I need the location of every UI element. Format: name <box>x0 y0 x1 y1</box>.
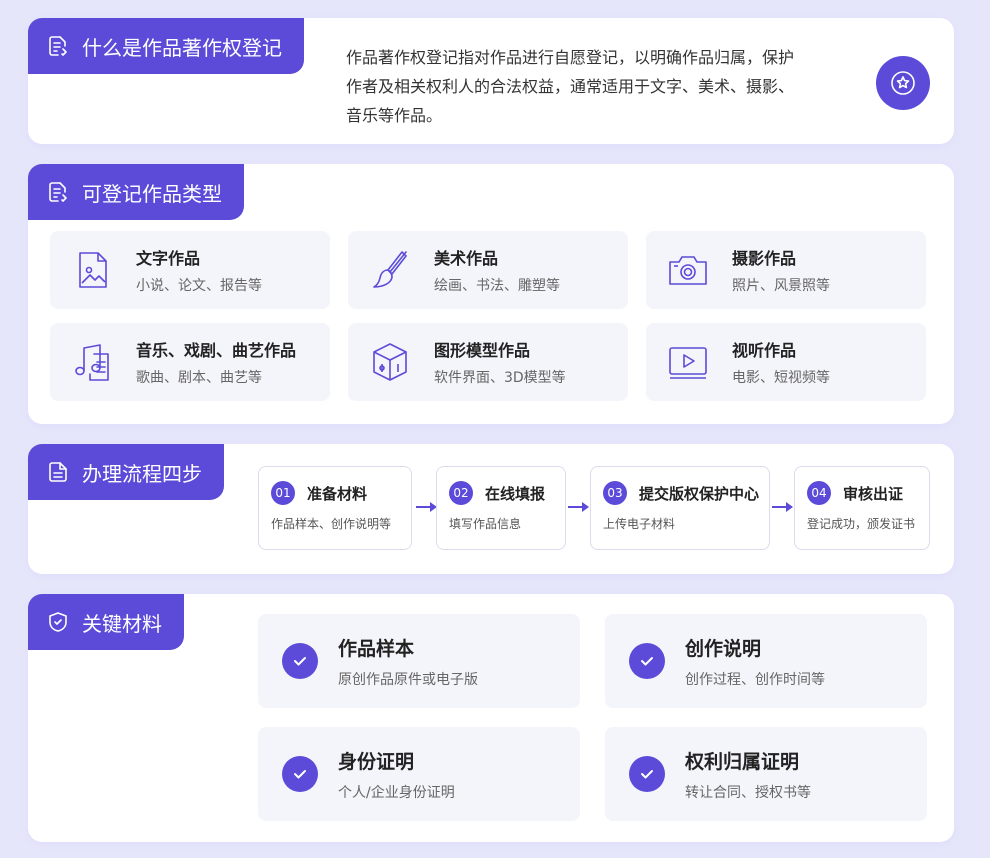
materials-section-title: 关键材料 <box>82 611 162 636</box>
material-item-identity-proof[interactable]: 身份证明 个人/企业身份证明 <box>258 727 580 821</box>
check-icon <box>282 643 318 679</box>
material-item-creation-notes[interactable]: 创作说明 创作过程、创作时间等 <box>605 614 927 708</box>
intro-card: 什么是作品著作权登记 作品著作权登记指对作品进行自愿登记，以明确作品归属，保护 … <box>28 18 954 144</box>
process-section-tag: 办理流程四步 <box>28 444 224 500</box>
process-step-4[interactable]: 04 审核出证 登记成功，颁发证书 <box>794 466 930 550</box>
type-tile-audiovisual[interactable]: 视听作品 电影、短视频等 <box>646 323 926 401</box>
shield-check-icon <box>46 610 70 634</box>
check-icon <box>282 756 318 792</box>
arrow-right-icon <box>772 502 793 512</box>
material-item-work-sample[interactable]: 作品样本 原创作品原件或电子版 <box>258 614 580 708</box>
type-tile-fine-art[interactable]: 美术作品 绘画、书法、雕塑等 <box>348 231 628 309</box>
process-step-3[interactable]: 03 提交版权保护中心 上传电子材料 <box>590 466 770 550</box>
image-file-icon <box>70 248 114 292</box>
intro-section-tag: 什么是作品著作权登记 <box>28 18 304 74</box>
music-note-icon <box>70 340 114 384</box>
process-section-title: 办理流程四步 <box>82 461 202 486</box>
type-tile-music-drama[interactable]: 音乐、戏剧、曲艺作品 歌曲、剧本、曲艺等 <box>50 323 330 401</box>
document-edit-icon <box>46 180 70 204</box>
check-icon <box>629 756 665 792</box>
document-edit-icon <box>46 34 70 58</box>
materials-section-tag: 关键材料 <box>28 594 184 650</box>
camera-icon <box>666 248 710 292</box>
types-section-title: 可登记作品类型 <box>82 181 222 206</box>
types-card: 可登记作品类型 文字作品 小说、论文、报告等 美术作品 绘画、书法、雕塑等 摄影… <box>28 164 954 424</box>
types-section-tag: 可登记作品类型 <box>28 164 244 220</box>
star-badge-icon[interactable] <box>876 56 930 110</box>
types-grid: 文字作品 小说、论文、报告等 美术作品 绘画、书法、雕塑等 摄影作品 照片、风景… <box>50 231 926 401</box>
arrow-right-icon <box>568 502 589 512</box>
type-tile-photography[interactable]: 摄影作品 照片、风景照等 <box>646 231 926 309</box>
check-icon <box>629 643 665 679</box>
paintbrush-icon <box>368 248 412 292</box>
material-item-ownership-proof[interactable]: 权利归属证明 转让合同、授权书等 <box>605 727 927 821</box>
process-step-1[interactable]: 01 准备材料 作品样本、创作说明等 <box>258 466 412 550</box>
video-play-icon <box>666 340 710 384</box>
arrow-right-icon <box>416 502 437 512</box>
intro-description: 作品著作权登记指对作品进行自愿登记，以明确作品归属，保护 作者及相关权利人的合法… <box>346 48 795 125</box>
process-step-2[interactable]: 02 在线填报 填写作品信息 <box>436 466 566 550</box>
intro-section-title: 什么是作品著作权登记 <box>82 35 282 60</box>
type-tile-literary[interactable]: 文字作品 小说、论文、报告等 <box>50 231 330 309</box>
materials-card: 关键材料 作品样本 原创作品原件或电子版 创作说明 创作过程、创作时间等 身份证… <box>28 594 954 842</box>
type-tile-graphic-model[interactable]: 图形模型作品 软件界面、3D模型等 <box>348 323 628 401</box>
process-card: 办理流程四步 01 准备材料 作品样本、创作说明等 02 在线填报 填写作品信息… <box>28 444 954 574</box>
3d-cube-icon <box>368 340 412 384</box>
document-icon <box>46 460 70 484</box>
